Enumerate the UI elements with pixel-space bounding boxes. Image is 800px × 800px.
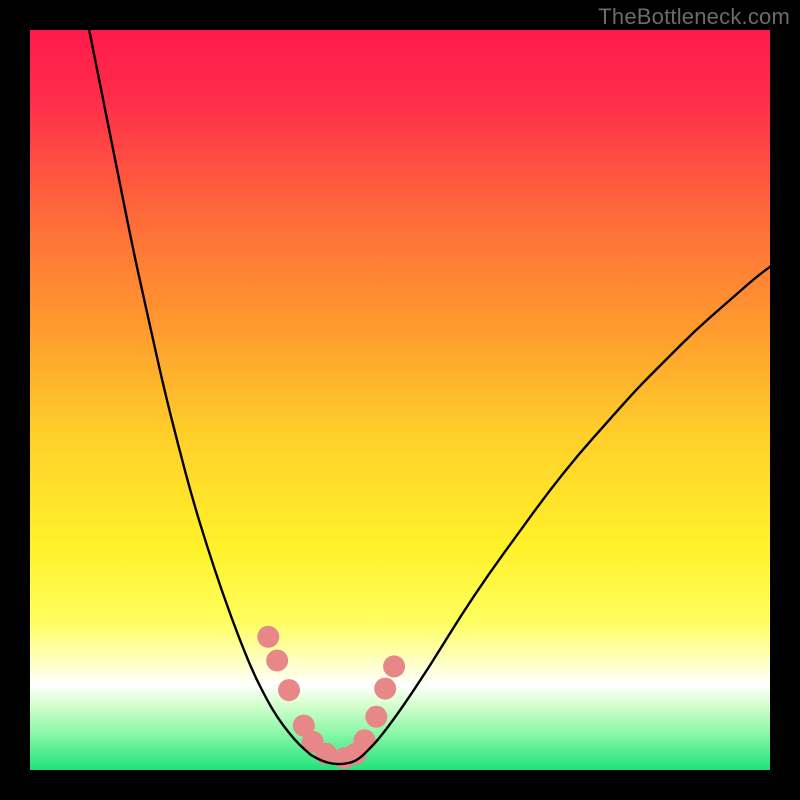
marker-group [257,626,405,769]
series-right-curve [363,267,770,755]
marker-point [266,649,288,671]
marker-point [353,729,375,751]
marker-point [374,678,396,700]
marker-point [278,679,300,701]
curve-layer [30,30,770,770]
watermark-text: TheBottleneck.com [598,4,790,30]
series-left-curve [89,30,311,755]
marker-point [257,626,279,648]
marker-point [365,706,387,728]
marker-point [383,655,405,677]
curve-group [89,30,770,764]
outer-frame: TheBottleneck.com [0,0,800,800]
chart-area [30,30,770,770]
